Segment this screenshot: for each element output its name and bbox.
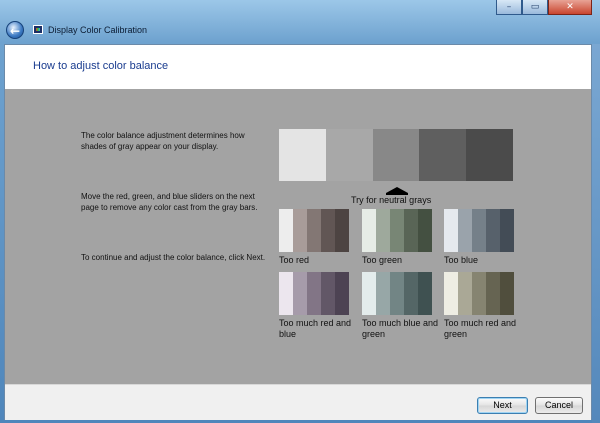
swatch-step-3 [307, 272, 321, 315]
close-button[interactable]: ✕ [548, 0, 592, 15]
swatch-step-5 [500, 272, 514, 315]
gray-step-5 [466, 129, 513, 181]
swatch-step-5 [335, 209, 349, 252]
swatch-step-2 [293, 272, 307, 315]
gray-step-1 [279, 129, 326, 181]
sample-label: Too blue [444, 255, 479, 265]
neutral-grays-label: Try for neutral grays [351, 195, 432, 205]
swatch-step-3 [307, 209, 321, 252]
window-frame-edge [592, 44, 600, 423]
page-title: How to adjust color balance [33, 60, 169, 72]
display-color-calibration-icon [33, 25, 43, 34]
swatch-step-1 [279, 209, 293, 252]
swatch-step-2 [376, 209, 390, 252]
back-arrow-icon[interactable]: ← [6, 21, 24, 39]
swatch-step-3 [472, 209, 486, 252]
sliders-paragraph: Move the red, green, and blue sliders on… [81, 192, 258, 212]
swatch-step-4 [404, 209, 418, 252]
sample-swatches [444, 272, 514, 315]
sample-label: Too much red and green [444, 318, 517, 339]
swatch-step-2 [458, 209, 472, 252]
color-balance-panel: The color balance adjustment determines … [5, 89, 591, 384]
sample-too-green: Too green [362, 209, 442, 266]
gray-step-3 [372, 129, 420, 181]
swatch-step-3 [390, 209, 404, 252]
caption-buttons: – ▭ ✕ [496, 0, 592, 16]
swatch-step-2 [458, 272, 472, 315]
swatch-step-5 [500, 209, 514, 252]
swatch-step-1 [362, 272, 376, 315]
wizard-content: How to adjust color balance The color ba… [4, 44, 592, 420]
swatch-step-5 [418, 272, 432, 315]
swatch-step-4 [486, 272, 500, 315]
sample-too-much-blue-and-green: Too much blue and green [362, 272, 442, 340]
sample-too-red: Too red [279, 209, 359, 266]
sample-label: Too red [279, 255, 310, 265]
neutral-gray-bar [279, 129, 513, 181]
gray-step-2 [325, 129, 373, 181]
window-title: Display Color Calibration [48, 25, 148, 35]
swatch-step-4 [486, 209, 500, 252]
swatch-step-4 [404, 272, 418, 315]
sample-too-blue: Too blue [444, 209, 524, 266]
swatch-step-4 [321, 209, 335, 252]
minimize-button[interactable]: – [496, 0, 522, 15]
swatch-step-5 [418, 209, 432, 252]
next-button[interactable]: Next [477, 397, 528, 414]
title-bar: ← Display Color Calibration – ▭ ✕ [0, 0, 600, 44]
swatch-step-3 [472, 272, 486, 315]
swatch-step-1 [279, 272, 293, 315]
sample-swatches [362, 272, 432, 315]
sample-swatches [362, 209, 432, 252]
sample-swatches [279, 209, 349, 252]
sample-too-much-red-and-blue: Too much red and blue [279, 272, 359, 340]
sample-swatches [279, 272, 349, 315]
sample-label: Too much blue and green [362, 318, 439, 339]
gray-step-4 [419, 129, 467, 181]
maximize-button[interactable]: ▭ [522, 0, 548, 15]
cancel-button[interactable]: Cancel [535, 397, 583, 414]
intro-paragraph: The color balance adjustment determines … [81, 131, 245, 151]
sample-label: Too much red and blue [279, 318, 352, 339]
continue-paragraph: To continue and adjust the color balance… [81, 253, 266, 262]
sample-too-much-red-and-green: Too much red and green [444, 272, 524, 340]
swatch-step-4 [321, 272, 335, 315]
wizard-footer: Next Cancel [5, 384, 591, 420]
swatch-step-1 [444, 272, 458, 315]
swatch-step-2 [376, 272, 390, 315]
sample-swatches [444, 209, 514, 252]
swatch-step-1 [362, 209, 376, 252]
swatch-step-3 [390, 272, 404, 315]
display-color-calibration-window: ← Display Color Calibration – ▭ ✕ How to… [0, 0, 600, 423]
swatch-step-1 [444, 209, 458, 252]
swatch-step-5 [335, 272, 349, 315]
swatch-step-2 [293, 209, 307, 252]
sample-label: Too green [362, 255, 403, 265]
